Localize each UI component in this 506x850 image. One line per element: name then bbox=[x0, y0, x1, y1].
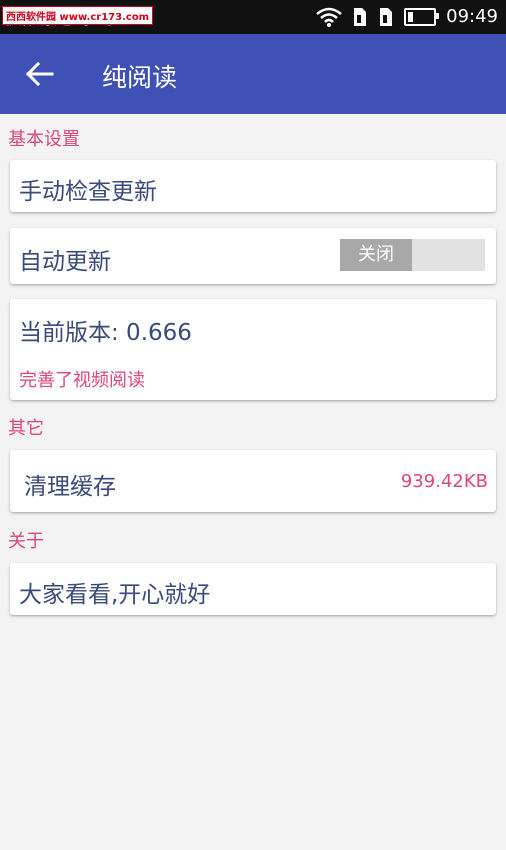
section-label-basic: 基本设置 bbox=[8, 129, 80, 150]
wifi-icon bbox=[316, 7, 342, 27]
clock: 09:49 bbox=[446, 6, 498, 27]
watermark: 西西软件园 www.cr173.com bbox=[2, 6, 154, 25]
sim2-icon bbox=[380, 7, 393, 26]
version-item: 当前版本: 0.666 完善了视频阅读 bbox=[10, 299, 496, 400]
section-label-other: 其它 bbox=[8, 418, 44, 439]
section-label-about: 关于 bbox=[8, 531, 44, 552]
check-update-label: 手动检查更新 bbox=[19, 179, 157, 205]
clear-cache-label: 清理缓存 bbox=[24, 474, 116, 500]
battery-fill bbox=[408, 11, 414, 22]
status-icons: 09:49 bbox=[316, 6, 498, 27]
toggle-state-label: 关闭 bbox=[340, 239, 412, 271]
about-item[interactable]: 大家看看,开心就好 bbox=[10, 563, 496, 615]
auto-update-toggle[interactable]: 关闭 bbox=[340, 239, 485, 271]
battery-icon bbox=[404, 7, 440, 26]
version-note: 完善了视频阅读 bbox=[19, 370, 145, 391]
page-title: 纯阅读 bbox=[102, 63, 178, 92]
arrow-left-icon[interactable] bbox=[22, 58, 58, 90]
version-label: 当前版本: 0.666 bbox=[19, 320, 192, 346]
check-update-item[interactable]: 手动检查更新 bbox=[10, 160, 496, 212]
sim1-icon bbox=[354, 7, 367, 26]
clear-cache-item[interactable]: 清理缓存 939.42KB bbox=[10, 450, 496, 512]
app-bar: 纯阅读 bbox=[0, 34, 506, 114]
cache-size: 939.42KB bbox=[400, 471, 488, 492]
about-text: 大家看看,开心就好 bbox=[19, 582, 211, 608]
auto-update-label: 自动更新 bbox=[19, 249, 111, 275]
status-bar: 仅限紧急呼叫 西西软件园 www.cr173.com 09:49 bbox=[0, 0, 506, 34]
auto-update-item: 自动更新 关闭 bbox=[10, 228, 496, 284]
